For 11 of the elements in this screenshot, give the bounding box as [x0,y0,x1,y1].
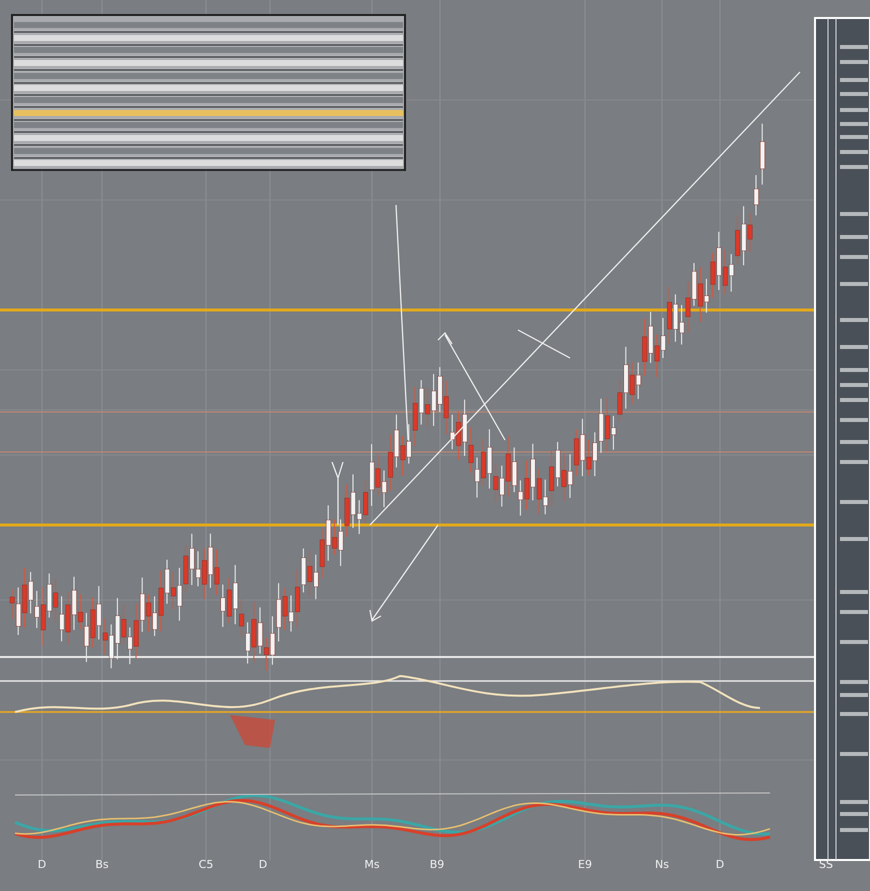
x-axis-label: D [716,858,724,871]
x-axis-label: C5 [198,858,214,871]
x-axis-label: B9 [430,858,444,871]
arrow [331,461,344,526]
x-axis-label: Ns [655,858,669,871]
x-axis-label: Ms [364,858,380,871]
x-axis-label: D [38,858,46,871]
x-axis-label: SS [819,858,833,871]
x-axis-label: Bs [95,858,109,871]
x-axis-label: D [258,858,268,871]
x-axis-label: E9 [578,858,592,871]
